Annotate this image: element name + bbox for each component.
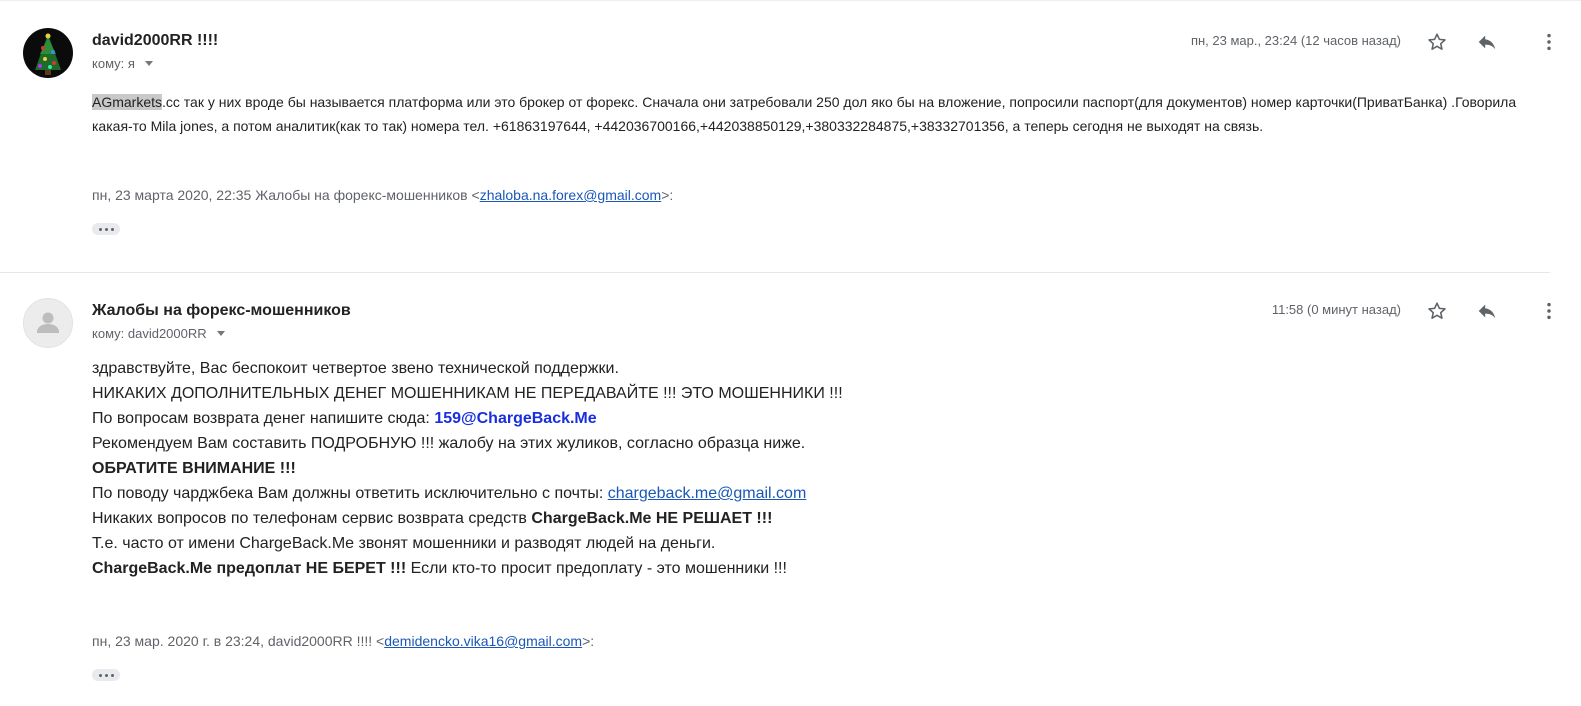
recipient-line: кому: я bbox=[92, 56, 153, 71]
recipient-label: кому: я bbox=[92, 56, 135, 71]
body-text: Если кто-то просит предоплату - это моше… bbox=[406, 560, 787, 577]
body-line: здравствуйте, Вас беспокоит четвертое зв… bbox=[92, 360, 619, 377]
show-trimmed-content-button[interactable] bbox=[92, 223, 120, 235]
message-actions bbox=[1411, 299, 1581, 323]
body-line: По поводу чарджбека Вам должны ответить … bbox=[92, 481, 843, 506]
body-text: По вопросам возврата денег напишите сюда… bbox=[92, 410, 435, 427]
email-message-2: Жалобы на форекс-мошенников кому: david2… bbox=[0, 273, 1581, 706]
body-line: НИКАКИХ ДОПОЛНИТЕЛЬНЫХ ДЕНЕГ МОШЕННИКАМ … bbox=[92, 385, 843, 402]
ellipsis-dot bbox=[110, 227, 114, 231]
ellipsis-dot bbox=[110, 673, 114, 677]
sender-avatar[interactable] bbox=[23, 298, 73, 348]
body-line: По вопросам возврата денег напишите сюда… bbox=[92, 406, 843, 431]
contact-address: 159@ChargeBack.Me bbox=[434, 410, 597, 427]
reply-button[interactable] bbox=[1475, 299, 1499, 323]
show-trimmed-content-button[interactable] bbox=[92, 669, 120, 681]
body-line: ChargeBack.Me предоплат НЕ БЕРЕТ !!! Есл… bbox=[92, 556, 843, 581]
message-body: здравствуйте, Вас беспокоит четвертое зв… bbox=[92, 356, 843, 581]
quoted-message-header: пн, 23 мар. 2020 г. в 23:24, david2000RR… bbox=[92, 633, 594, 649]
body-line: Рекомендуем Вам составить ПОДРОБНУЮ !!! … bbox=[92, 435, 806, 452]
christmas-tree-avatar-image bbox=[23, 28, 73, 78]
reply-icon bbox=[1478, 35, 1496, 50]
more-options-button[interactable] bbox=[1537, 299, 1561, 323]
star-button[interactable] bbox=[1425, 299, 1449, 323]
body-text: Никаких вопросов по телефонам сервис воз… bbox=[92, 510, 532, 527]
body-bold-text: ChargeBack.Me предоплат НЕ БЕРЕТ !!! bbox=[92, 560, 407, 577]
star-outline-icon bbox=[1428, 302, 1446, 319]
message-timestamp: 11:58 (0 минут назад) bbox=[1271, 302, 1401, 317]
more-options-button[interactable] bbox=[1537, 30, 1561, 54]
sender-name[interactable]: david2000RR !!!! bbox=[92, 32, 218, 50]
quote-prefix: пн, 23 мар. 2020 г. в 23:24, david2000RR… bbox=[92, 633, 385, 649]
quote-suffix: >: bbox=[582, 633, 595, 649]
ellipsis-dot bbox=[98, 673, 102, 677]
email-message-1: david2000RR !!!! кому: я пн, 23 мар., 23… bbox=[0, 0, 1581, 272]
message-body-text: .cc так у них вроде бы называется платфо… bbox=[92, 94, 1517, 134]
sender-avatar[interactable] bbox=[23, 28, 73, 78]
ellipsis-dot bbox=[104, 227, 108, 231]
message-actions bbox=[1411, 30, 1581, 54]
message-timestamp: пн, 23 мар., 23:24 (12 часов назад) bbox=[1190, 33, 1401, 48]
quote-email-link[interactable]: demidencko.vika16@gmail.com bbox=[384, 633, 582, 649]
star-outline-icon bbox=[1428, 33, 1446, 50]
more-vertical-icon bbox=[1547, 33, 1551, 51]
ellipsis-dot bbox=[104, 673, 108, 677]
sender-name[interactable]: Жалобы на форекс-мошенников bbox=[92, 302, 351, 320]
default-person-icon bbox=[37, 312, 59, 333]
message-body: AGmarkets.cc так у них вроде бы называет… bbox=[92, 90, 1547, 138]
body-text: По поводу чарджбека Вам должны ответить … bbox=[92, 485, 608, 502]
quote-email-link[interactable]: zhaloba.na.forex@gmail.com bbox=[480, 187, 662, 203]
reply-icon bbox=[1478, 304, 1496, 319]
recipient-line: кому: david2000RR bbox=[92, 326, 225, 341]
recipient-label: кому: david2000RR bbox=[92, 326, 207, 341]
quoted-message-header: пн, 23 марта 2020, 22:35 Жалобы на форек… bbox=[92, 187, 673, 203]
highlighted-text: AGmarkets bbox=[92, 94, 163, 110]
chargeback-email-link[interactable]: chargeback.me@gmail.com bbox=[608, 485, 807, 502]
chevron-down-icon[interactable] bbox=[144, 61, 153, 66]
chevron-down-icon[interactable] bbox=[216, 331, 225, 336]
body-line-emphasis: ОБРАТИТЕ ВНИМАНИЕ !!! bbox=[92, 460, 296, 477]
star-button[interactable] bbox=[1425, 30, 1449, 54]
more-vertical-icon bbox=[1547, 302, 1551, 320]
ellipsis-dot bbox=[98, 227, 102, 231]
body-line: Т.е. часто от имени ChargeBack.Me звонят… bbox=[92, 535, 716, 552]
body-bold-text: ChargeBack.Me НЕ РЕШАЕТ !!! bbox=[531, 510, 773, 527]
quote-suffix: >: bbox=[661, 187, 674, 203]
body-line: Никаких вопросов по телефонам сервис воз… bbox=[92, 506, 843, 531]
reply-button[interactable] bbox=[1475, 30, 1499, 54]
quote-prefix: пн, 23 марта 2020, 22:35 Жалобы на форек… bbox=[92, 187, 480, 203]
